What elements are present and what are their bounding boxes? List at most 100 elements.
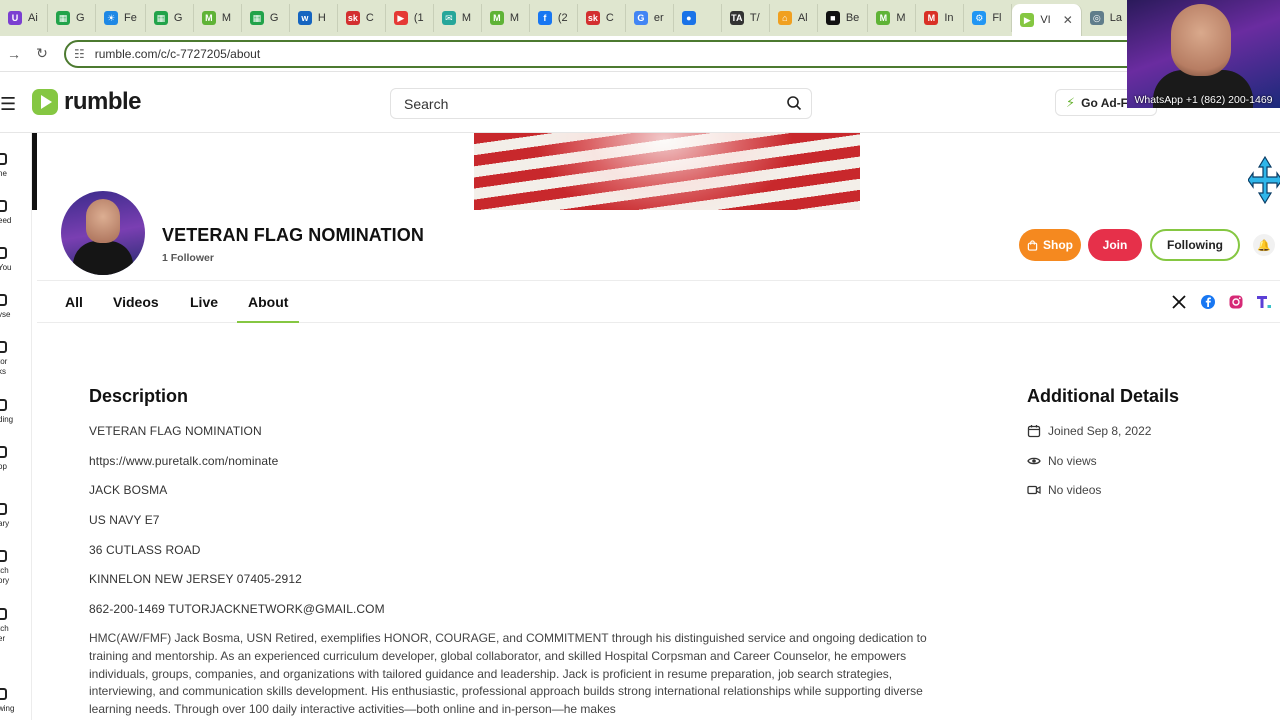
tab-favicon-icon: ✉ <box>441 11 456 25</box>
webcam-caption: WhatsApp +1 (862) 200-1469 <box>1134 94 1273 106</box>
facebook-icon[interactable] <box>1200 294 1216 310</box>
description-line: US NAVY E7 <box>89 513 160 527</box>
rail-nav-icon <box>0 153 7 165</box>
views-detail: No views <box>1027 454 1097 468</box>
channel-avatar[interactable] <box>61 191 145 275</box>
rail-nav-item[interactable]: tch er <box>0 608 32 644</box>
tab-about[interactable]: About <box>248 294 288 310</box>
tab-title: T/ <box>749 12 760 24</box>
site-info-icon[interactable]: ☷ <box>74 47 85 61</box>
menu-icon[interactable]: ☰ <box>0 94 16 115</box>
browser-tab[interactable]: ▦ G <box>48 4 96 32</box>
browser-tab[interactable]: ✉ M <box>434 4 482 32</box>
description-line: KINNELON NEW JERSEY 07405-2912 <box>89 572 302 586</box>
browser-tab[interactable]: wH <box>290 4 338 32</box>
rail-nav-icon <box>0 608 7 620</box>
browser-toolbar: → ↻ ☷ rumble.com/c/c-7727205/about <box>0 36 1280 72</box>
rail-nav-label: ding <box>0 415 14 424</box>
rail-nav-item[interactable]: ary <box>0 503 32 529</box>
browser-tab[interactable]: ▶ (1 <box>386 4 434 32</box>
tab-videos[interactable]: Videos <box>113 294 159 310</box>
forward-icon[interactable]: → <box>0 46 28 62</box>
rail-nav-item[interactable]: eed <box>0 200 32 226</box>
logo-text: rumble <box>64 88 142 115</box>
rail-nav-item[interactable]: tch ory <box>0 550 32 586</box>
browser-tab[interactable]: TA T/ <box>722 4 770 32</box>
rail-nav-item[interactable]: ding <box>0 399 32 425</box>
description-line: 36 CUTLASS ROAD <box>89 543 201 557</box>
browser-tab[interactable]: ▦ G <box>146 4 194 32</box>
calendar-icon <box>1027 425 1041 438</box>
rail-nav-item[interactable]: vse <box>0 294 32 320</box>
browser-tab[interactable]: M In <box>916 4 965 32</box>
following-button[interactable]: Following <box>1150 229 1240 261</box>
x-twitter-icon[interactable] <box>1171 294 1187 310</box>
tab-title: La <box>1109 12 1123 24</box>
rail-nav-label: You <box>0 263 12 272</box>
nominate-link[interactable]: https://www.puretalk.com/nominate <box>89 454 278 468</box>
rail-nav-label: vse <box>0 310 11 319</box>
search-input[interactable]: Search <box>390 88 812 119</box>
browser-tab[interactable]: ◎ La <box>1082 4 1132 32</box>
browser-tab[interactable]: MM <box>194 4 242 32</box>
browser-tab[interactable]: sk C <box>578 4 626 32</box>
tab-all[interactable]: All <box>65 294 83 310</box>
browser-tab[interactable]: ☀ Fe <box>96 4 146 32</box>
rail-active-indicator <box>32 133 37 210</box>
reload-icon[interactable]: ↻ <box>28 45 56 62</box>
address-bar[interactable]: ☷ rumble.com/c/c-7727205/about <box>64 40 1144 68</box>
webcam-overlay: WhatsApp +1 (862) 200-1469 <box>1127 0 1280 108</box>
rail-nav-item[interactable]: tor ks <box>0 341 32 377</box>
rumble-play-icon <box>32 89 58 115</box>
search-icon[interactable] <box>786 95 802 111</box>
close-tab-icon[interactable]: ✕ <box>1063 13 1073 27</box>
tab-favicon-icon: ▦ <box>249 11 264 25</box>
tab-title: G <box>173 12 183 24</box>
browser-tab[interactable]: Ger <box>626 4 674 32</box>
bell-icon[interactable]: 🔔 <box>1253 234 1275 256</box>
instagram-icon[interactable] <box>1228 294 1244 310</box>
left-nav-rail: ne eed You vse tor ks ding op ary tch ory tch er w… <box>0 133 32 720</box>
browser-tab[interactable]: MM <box>868 4 917 32</box>
browser-tab[interactable]: sk C <box>338 4 386 32</box>
tab-live[interactable]: Live <box>190 294 218 310</box>
browser-tab[interactable]: ■ Be <box>818 4 869 32</box>
tab-favicon-icon: U <box>8 11 22 25</box>
rail-nav-item[interactable]: You <box>0 247 32 273</box>
browser-tab[interactable]: ▶ VI ✕ <box>1012 4 1082 36</box>
truth-social-icon[interactable] <box>1256 294 1272 310</box>
rail-nav-item[interactable]: wing <box>0 688 32 714</box>
tab-favicon-icon: ■ <box>825 11 840 25</box>
rumble-logo[interactable]: rumble <box>32 88 142 116</box>
tab-title: G <box>269 12 279 24</box>
browser-tab[interactable]: MM <box>482 4 530 32</box>
rail-nav-icon <box>0 399 7 411</box>
views-text: No views <box>1048 454 1097 468</box>
browser-tab[interactable]: ⌂ Al <box>770 4 818 32</box>
move-cursor-icon <box>1248 155 1280 205</box>
shop-label: Shop <box>1043 238 1073 252</box>
rail-nav-icon <box>0 503 7 515</box>
browser-tab[interactable]: U Ai <box>0 4 48 32</box>
rail-nav-item[interactable]: ne <box>0 153 32 179</box>
tab-title: M <box>509 12 520 24</box>
videos-text: No videos <box>1048 483 1102 497</box>
videos-detail: No videos <box>1027 483 1101 497</box>
shop-button[interactable]: Shop <box>1019 229 1081 261</box>
description-line: 862-200-1469 TUTORJACKNETWORK@GMAIL.COM <box>89 602 385 616</box>
rail-nav-icon <box>0 688 7 700</box>
rail-nav-icon <box>0 550 7 562</box>
rail-nav-item[interactable]: op <box>0 446 32 472</box>
browser-tab[interactable]: ● <box>674 4 722 32</box>
channel-banner <box>474 133 860 210</box>
rail-nav-label: tch er <box>0 624 9 643</box>
rail-nav-label: op <box>0 462 7 471</box>
join-button[interactable]: Join <box>1088 229 1142 261</box>
rail-nav-label: ne <box>0 169 7 178</box>
browser-tab[interactable]: f (2 <box>530 4 578 32</box>
browser-tab[interactable]: ▦ G <box>242 4 290 32</box>
tab-favicon-icon: ● <box>681 11 696 25</box>
shop-bag-icon <box>1027 239 1038 251</box>
video-camera-icon <box>1027 485 1041 495</box>
browser-tab[interactable]: ⚙ Fl <box>964 4 1013 32</box>
